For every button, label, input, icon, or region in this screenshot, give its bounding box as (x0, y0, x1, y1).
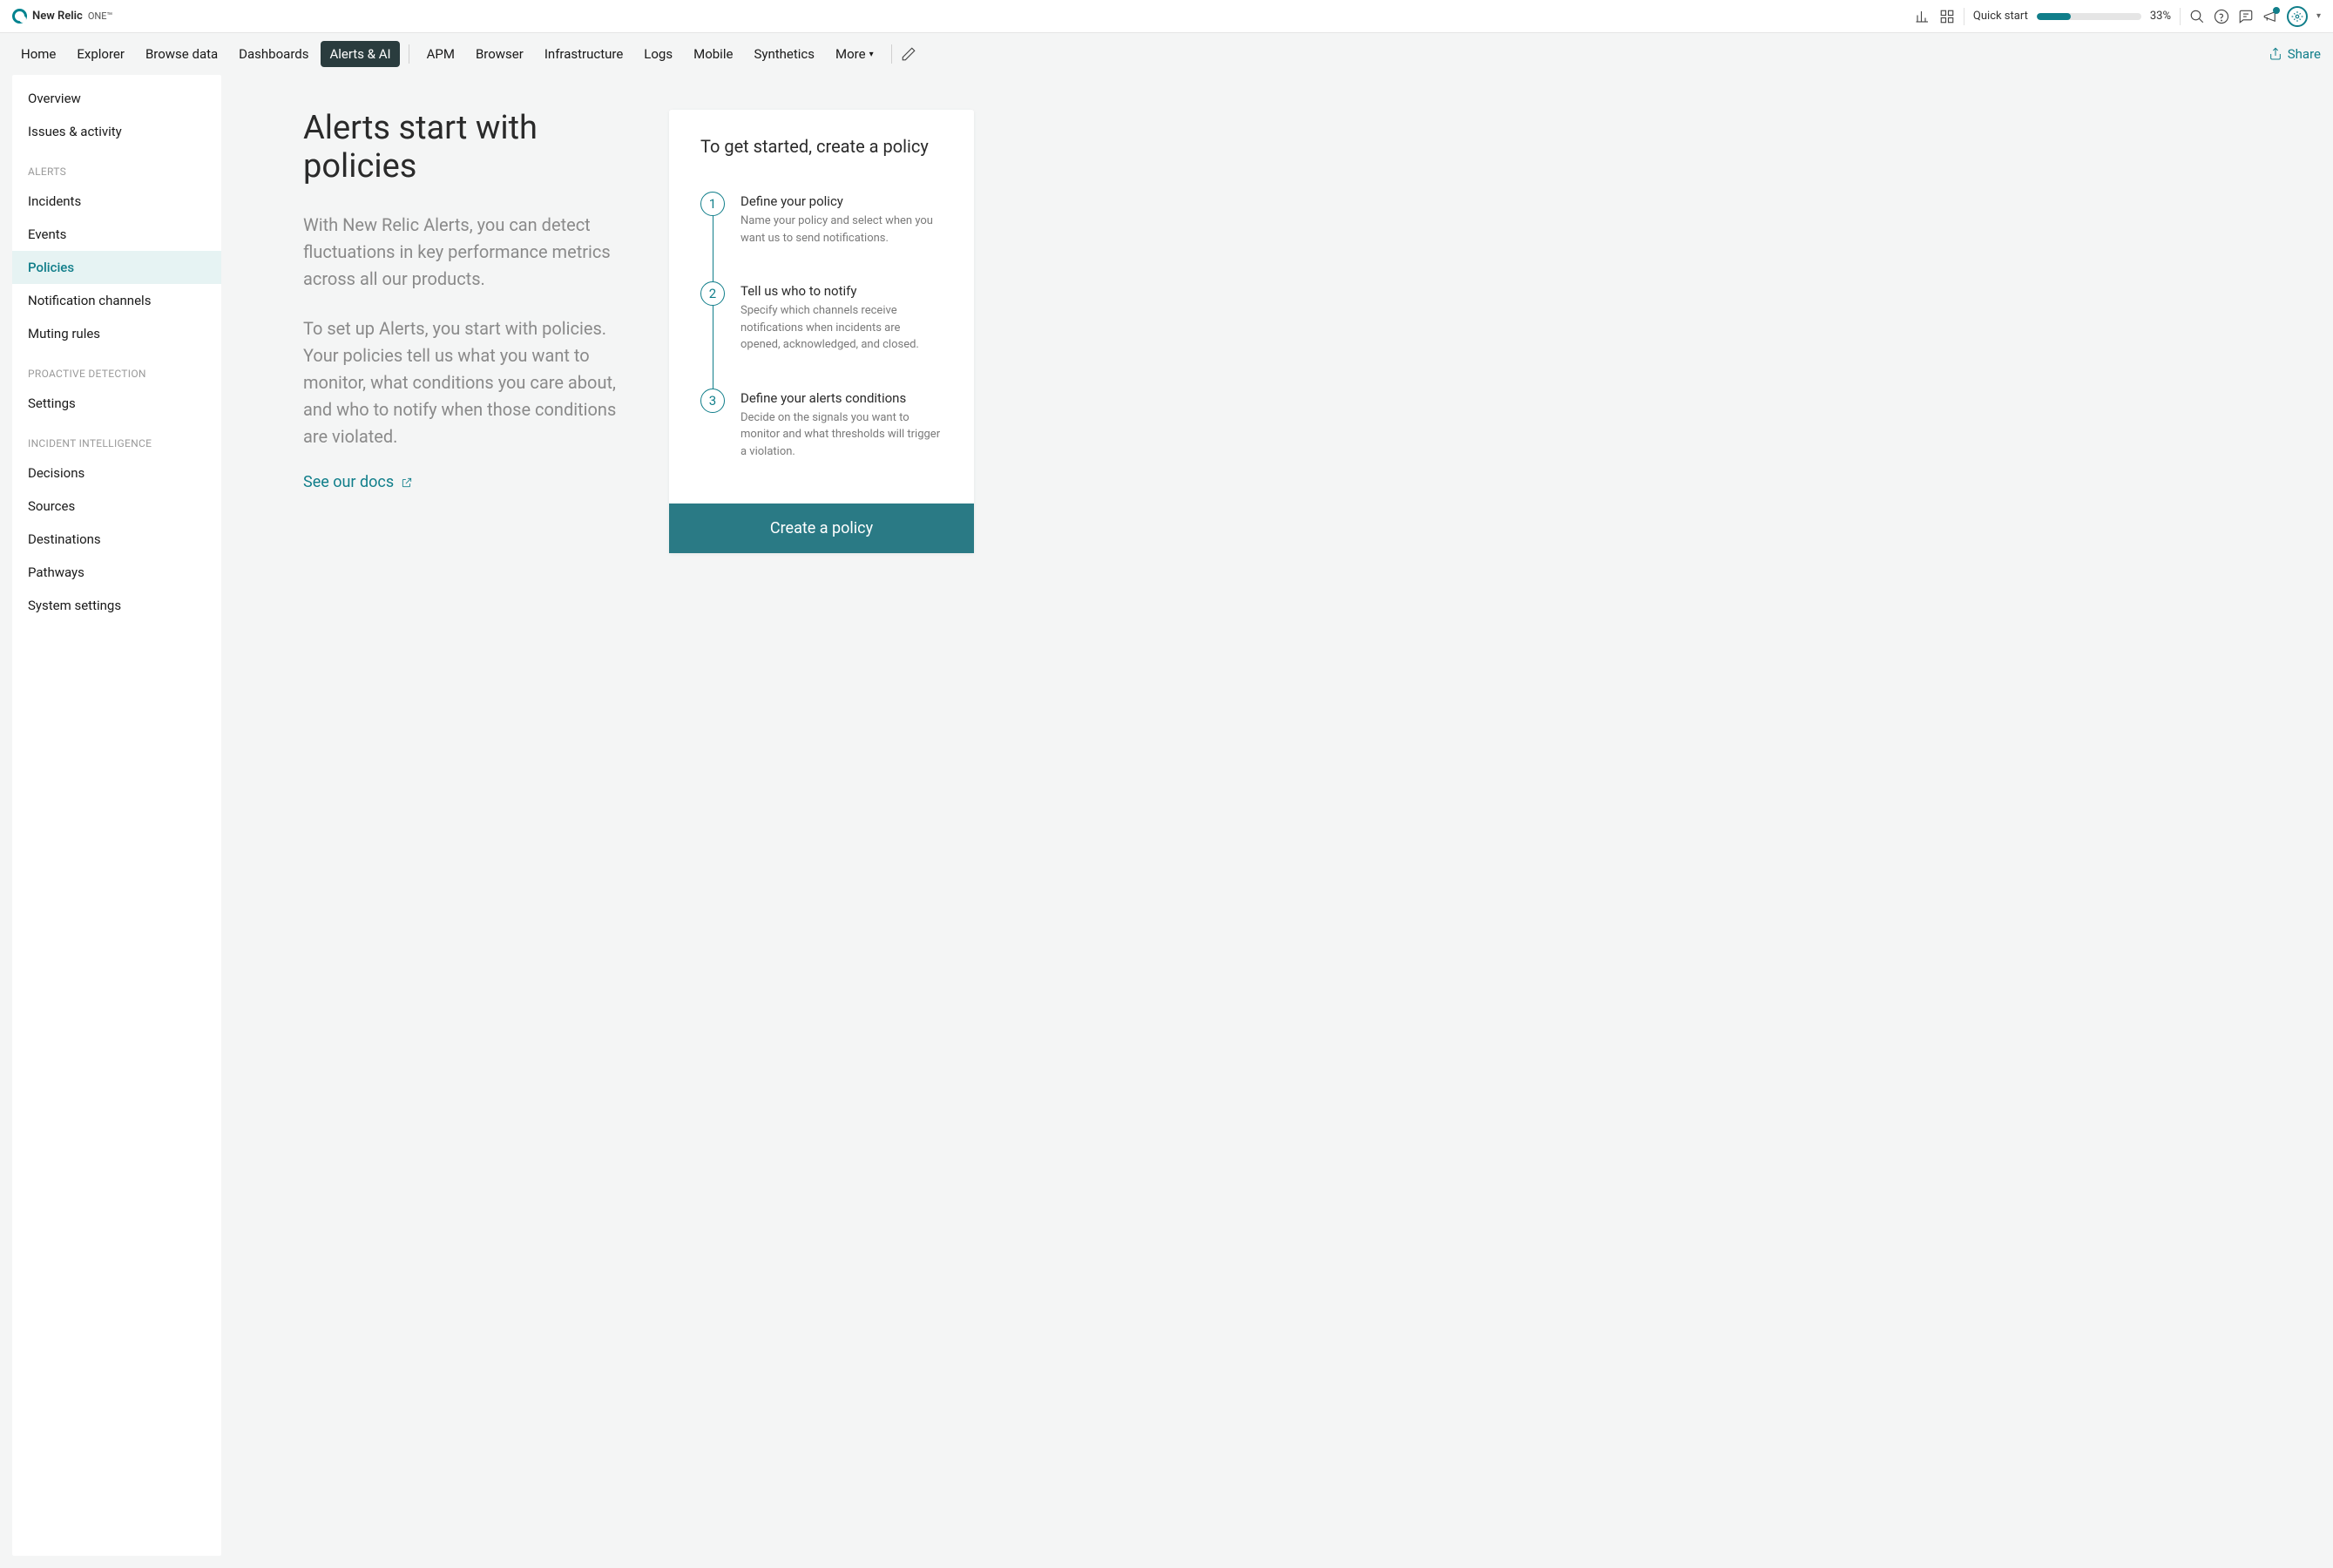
user-avatar[interactable] (2287, 6, 2308, 27)
see-docs-link[interactable]: See our docs (303, 473, 413, 491)
onboarding-step: 3 Define your alerts conditions Decide on … (700, 389, 943, 461)
sidebar-item-notification-channels[interactable]: Notification channels (12, 284, 221, 317)
sidebar-item-events[interactable]: Events (12, 218, 221, 251)
step-number: 2 (700, 281, 725, 306)
get-started-card: To get started, create a policy 1 Define … (669, 110, 974, 553)
sidebar-item-destinations[interactable]: Destinations (12, 523, 221, 556)
nav-mobile[interactable]: Mobile (685, 41, 741, 67)
sidebar-item-settings[interactable]: Settings (12, 387, 221, 420)
search-icon[interactable] (2189, 9, 2205, 24)
brand-area[interactable]: New Relic ONE™ (12, 9, 112, 24)
card-title: To get started, create a policy (700, 136, 943, 157)
share-label: Share (2288, 46, 2321, 62)
nav-infrastructure[interactable]: Infrastructure (536, 41, 632, 67)
body: OverviewIssues & activityALERTSIncidents… (0, 75, 2333, 1568)
external-link-icon (401, 476, 413, 489)
quickstart-label[interactable]: Quick start (1973, 10, 2028, 23)
chevron-down-icon[interactable]: ▾ (2316, 11, 2321, 21)
hero-paragraph-2: To set up Alerts, you start with policie… (303, 315, 634, 450)
nav-alerts-ai[interactable]: Alerts & AI (321, 41, 399, 67)
brand-suffix: ONE™ (88, 10, 113, 22)
main-nav: HomeExplorerBrowse dataDashboardsAlerts … (0, 33, 2333, 75)
divider (2180, 8, 2181, 25)
global-header: New Relic ONE™ Quick start 33% ▾ (0, 0, 2333, 33)
nav-dashboards[interactable]: Dashboards (230, 41, 317, 67)
apps-grid-icon[interactable] (1939, 9, 1955, 24)
sidebar-item-muting-rules[interactable]: Muting rules (12, 317, 221, 350)
sidebar-item-pathways[interactable]: Pathways (12, 556, 221, 589)
logo-icon (12, 9, 27, 24)
step-title: Define your alerts conditions (740, 390, 943, 406)
sidebar-section-header: INCIDENT INTELLIGENCE (12, 420, 221, 456)
quickstart-percent: 33% (2150, 10, 2171, 23)
header-actions: Quick start 33% ▾ (1915, 6, 2321, 27)
nav-more[interactable]: More▾ (827, 41, 882, 67)
sidebar-section-header: ALERTS (12, 148, 221, 185)
edit-icon[interactable] (901, 46, 916, 62)
brand-name: New Relic (32, 10, 83, 23)
notification-dot (2273, 7, 2280, 14)
feedback-icon[interactable] (2238, 9, 2254, 24)
main-content: Alerts start with policies With New Reli… (233, 75, 2321, 1556)
sidebar-section-header: PROACTIVE DETECTION (12, 350, 221, 387)
query-builder-icon[interactable] (1915, 9, 1931, 24)
step-title: Tell us who to notify (740, 283, 943, 299)
create-policy-button[interactable]: Create a policy (669, 504, 974, 553)
nav-browse-data[interactable]: Browse data (137, 41, 227, 67)
onboarding-step: 1 Define your policy Name your policy and … (700, 192, 943, 281)
quickstart-progress (2037, 13, 2141, 20)
docs-link-label: See our docs (303, 473, 394, 491)
step-title: Define your policy (740, 193, 943, 209)
page-title: Alerts start with policies (303, 110, 634, 186)
sidebar-item-overview[interactable]: Overview (12, 82, 221, 115)
share-button[interactable]: Share (2269, 46, 2321, 62)
chevron-down-icon: ▾ (869, 50, 874, 59)
sidebar-item-policies[interactable]: Policies (12, 251, 221, 284)
nav-browser[interactable]: Browser (467, 41, 532, 67)
sidebar: OverviewIssues & activityALERTSIncidents… (12, 75, 221, 1556)
onboarding-step: 2 Tell us who to notify Specify which chan… (700, 281, 943, 389)
sidebar-item-issues-activity[interactable]: Issues & activity (12, 115, 221, 148)
nav-explorer[interactable]: Explorer (68, 41, 133, 67)
sidebar-item-decisions[interactable]: Decisions (12, 456, 221, 490)
nav-apm[interactable]: APM (418, 41, 463, 67)
divider (891, 44, 892, 64)
sidebar-item-system-settings[interactable]: System settings (12, 589, 221, 622)
nav-logs[interactable]: Logs (635, 41, 681, 67)
hero-paragraph-1: With New Relic Alerts, you can detect fl… (303, 212, 634, 293)
help-icon[interactable] (2214, 9, 2229, 24)
announcements-icon[interactable] (2262, 9, 2278, 24)
step-number: 3 (700, 389, 725, 413)
nav-home[interactable]: Home (12, 41, 64, 67)
step-description: Specify which channels receive notificat… (740, 302, 943, 354)
step-number: 1 (700, 192, 725, 216)
nav-synthetics[interactable]: Synthetics (745, 41, 823, 67)
step-description: Decide on the signals you want to monito… (740, 409, 943, 461)
step-description: Name your policy and select when you wan… (740, 213, 943, 247)
hero: Alerts start with policies With New Reli… (303, 110, 634, 491)
sidebar-item-incidents[interactable]: Incidents (12, 185, 221, 218)
sidebar-item-sources[interactable]: Sources (12, 490, 221, 523)
